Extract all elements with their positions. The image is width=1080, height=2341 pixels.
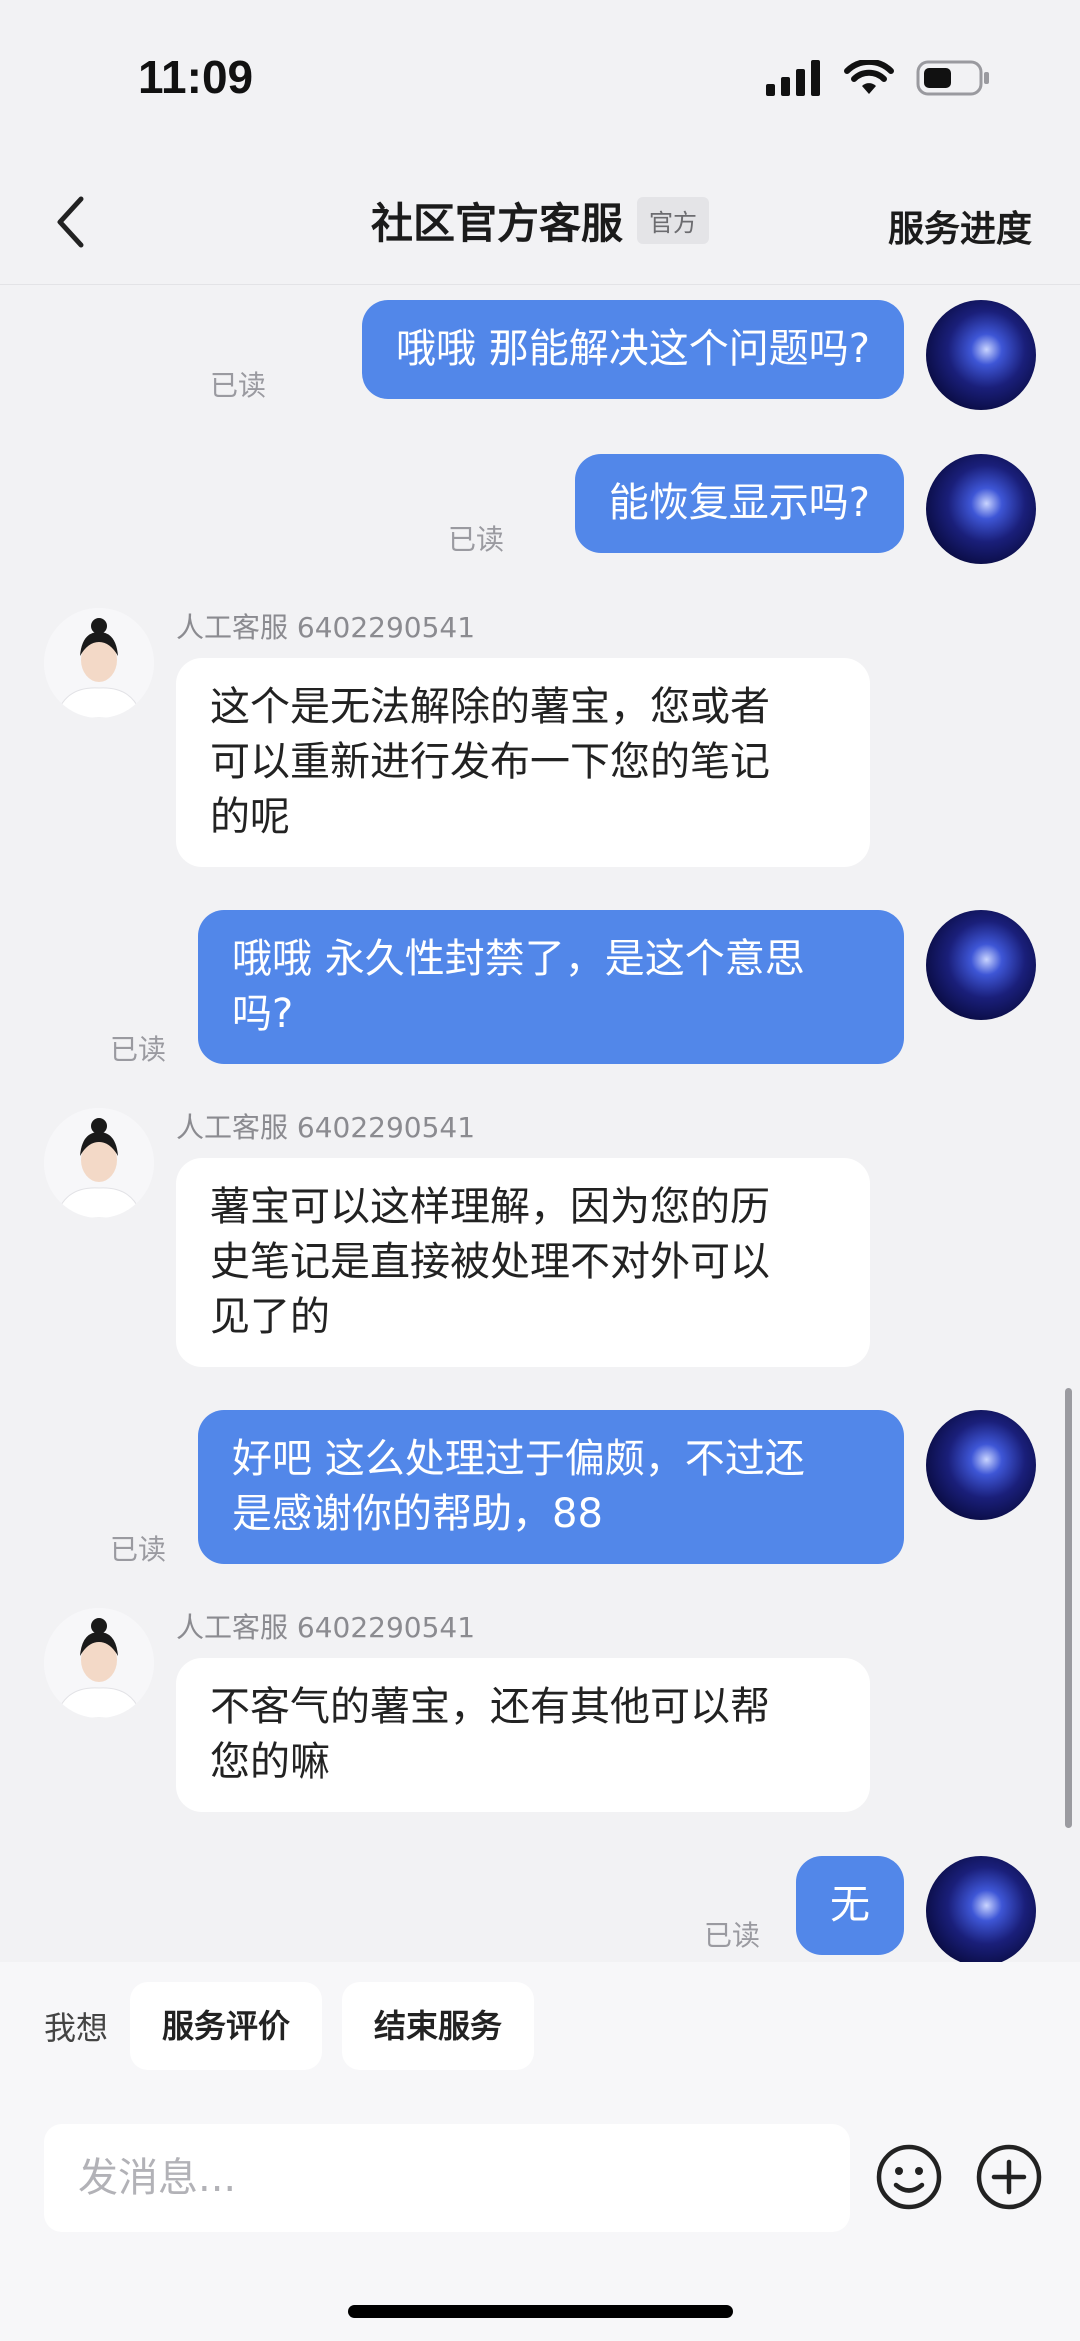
agent-avatar[interactable] [44, 608, 154, 718]
message-line: 不客气的薯宝，还有其他可以帮 [210, 1684, 770, 1730]
message-line: 这个是无法解除的薯宝，您或者 [210, 684, 770, 730]
read-status: 已读 [210, 369, 267, 402]
message-line: 见了的 [210, 1294, 330, 1340]
plus-button[interactable] [974, 2142, 1044, 2212]
agent-avatar[interactable] [44, 1608, 154, 1718]
message-line: 可以重新进行发布一下您的笔记 [210, 739, 770, 785]
wifi-icon [844, 60, 894, 94]
message-bubble: 薯宝可以这样理解，因为您的历 史笔记是直接被处理不对外可以 见了的 [176, 1158, 870, 1367]
bottom-panel: 我想 服务评价 结束服务 [0, 1962, 1080, 2341]
message-line: 史笔记是直接被处理不对外可以 [210, 1239, 770, 1285]
my-message[interactable]: 哦哦 那能解决这个问题吗? [362, 300, 904, 399]
status-icons [766, 58, 990, 98]
end-service-button[interactable]: 结束服务 [342, 1982, 535, 2070]
home-indicator[interactable] [348, 2305, 733, 2318]
message-bubble: 哦哦 永久性封禁了，是这个意思 吗? [198, 910, 904, 1064]
message-bubble: 好吧 这么处理过于偏颇，不过还 是感谢你的帮助，88 [198, 1410, 904, 1564]
my-message[interactable]: 好吧 这么处理过于偏颇，不过还 是感谢你的帮助，88 [198, 1410, 904, 1564]
agent-portrait-icon [44, 1108, 154, 1218]
status-time: 11:09 [138, 51, 254, 103]
agent-message[interactable]: 不客气的薯宝，还有其他可以帮 您的嘛 [176, 1658, 870, 1812]
battery-icon [916, 60, 989, 96]
my-avatar[interactable] [926, 1410, 1036, 1520]
message-bubble: 这个是无法解除的薯宝，您或者 可以重新进行发布一下您的笔记 的呢 [176, 658, 870, 867]
message-input[interactable] [78, 2155, 818, 2201]
quick-label: 我想 [44, 2009, 109, 2047]
read-status: 已读 [110, 1533, 167, 1566]
page-title: 社区官方客服 [370, 199, 623, 248]
agent-portrait-icon [44, 1608, 154, 1718]
scrollbar[interactable] [1065, 1388, 1072, 1828]
chat-header: 社区官方客服 官方 服务进度 [0, 160, 1080, 285]
service-progress-link[interactable]: 服务进度 [888, 200, 1032, 252]
official-badge: 官方 [637, 197, 709, 244]
message-line: 薯宝可以这样理解，因为您的历 [210, 1184, 770, 1230]
emoji-icon [876, 2144, 942, 2210]
quick-actions: 我想 服务评价 结束服务 [44, 1982, 535, 2070]
rate-service-button[interactable]: 服务评价 [130, 1982, 323, 2070]
message-bubble: 不客气的薯宝，还有其他可以帮 您的嘛 [176, 1658, 870, 1812]
agent-message[interactable]: 薯宝可以这样理解，因为您的历 史笔记是直接被处理不对外可以 见了的 [176, 1158, 870, 1367]
plus-icon [976, 2144, 1042, 2210]
agent-message[interactable]: 这个是无法解除的薯宝，您或者 可以重新进行发布一下您的笔记 的呢 [176, 658, 870, 867]
my-avatar[interactable] [926, 300, 1036, 410]
my-message[interactable]: 哦哦 永久性封禁了，是这个意思 吗? [198, 910, 904, 1064]
my-message[interactable]: 能恢复显示吗? [574, 454, 904, 553]
agent-name: 人工客服 6402290541 [176, 1111, 476, 1144]
message-line: 吗? [232, 991, 294, 1037]
emoji-button[interactable] [874, 2142, 944, 2212]
agent-name: 人工客服 6402290541 [176, 611, 476, 644]
read-status: 已读 [704, 1919, 761, 1952]
status-bar: 11:09 [0, 0, 1080, 160]
my-avatar[interactable] [926, 910, 1036, 1020]
agent-portrait-icon [44, 608, 154, 718]
read-status: 已读 [448, 523, 505, 556]
message-line: 哦哦 永久性封禁了，是这个意思 [232, 936, 805, 982]
signal-icon [766, 60, 820, 96]
my-avatar[interactable] [926, 1856, 1036, 1962]
my-message[interactable]: 无 [796, 1856, 904, 1955]
agent-name: 人工客服 6402290541 [176, 1611, 476, 1644]
my-avatar[interactable] [926, 454, 1036, 564]
message-bubble: 无 [796, 1856, 904, 1955]
message-line: 您的嘛 [210, 1739, 330, 1785]
message-line: 好吧 这么处理过于偏颇，不过还 [232, 1436, 805, 1482]
message-input-box[interactable] [44, 2124, 850, 2232]
message-bubble: 能恢复显示吗? [574, 454, 904, 553]
message-bubble: 哦哦 那能解决这个问题吗? [362, 300, 904, 399]
agent-avatar[interactable] [44, 1108, 154, 1218]
message-line: 的呢 [210, 794, 290, 840]
message-line: 是感谢你的帮助，88 [232, 1491, 603, 1537]
message-list: 已读 哦哦 那能解决这个问题吗? 已读 能恢复显示吗? 人工客服 6402290… [0, 286, 1080, 1962]
read-status: 已读 [110, 1033, 167, 1066]
